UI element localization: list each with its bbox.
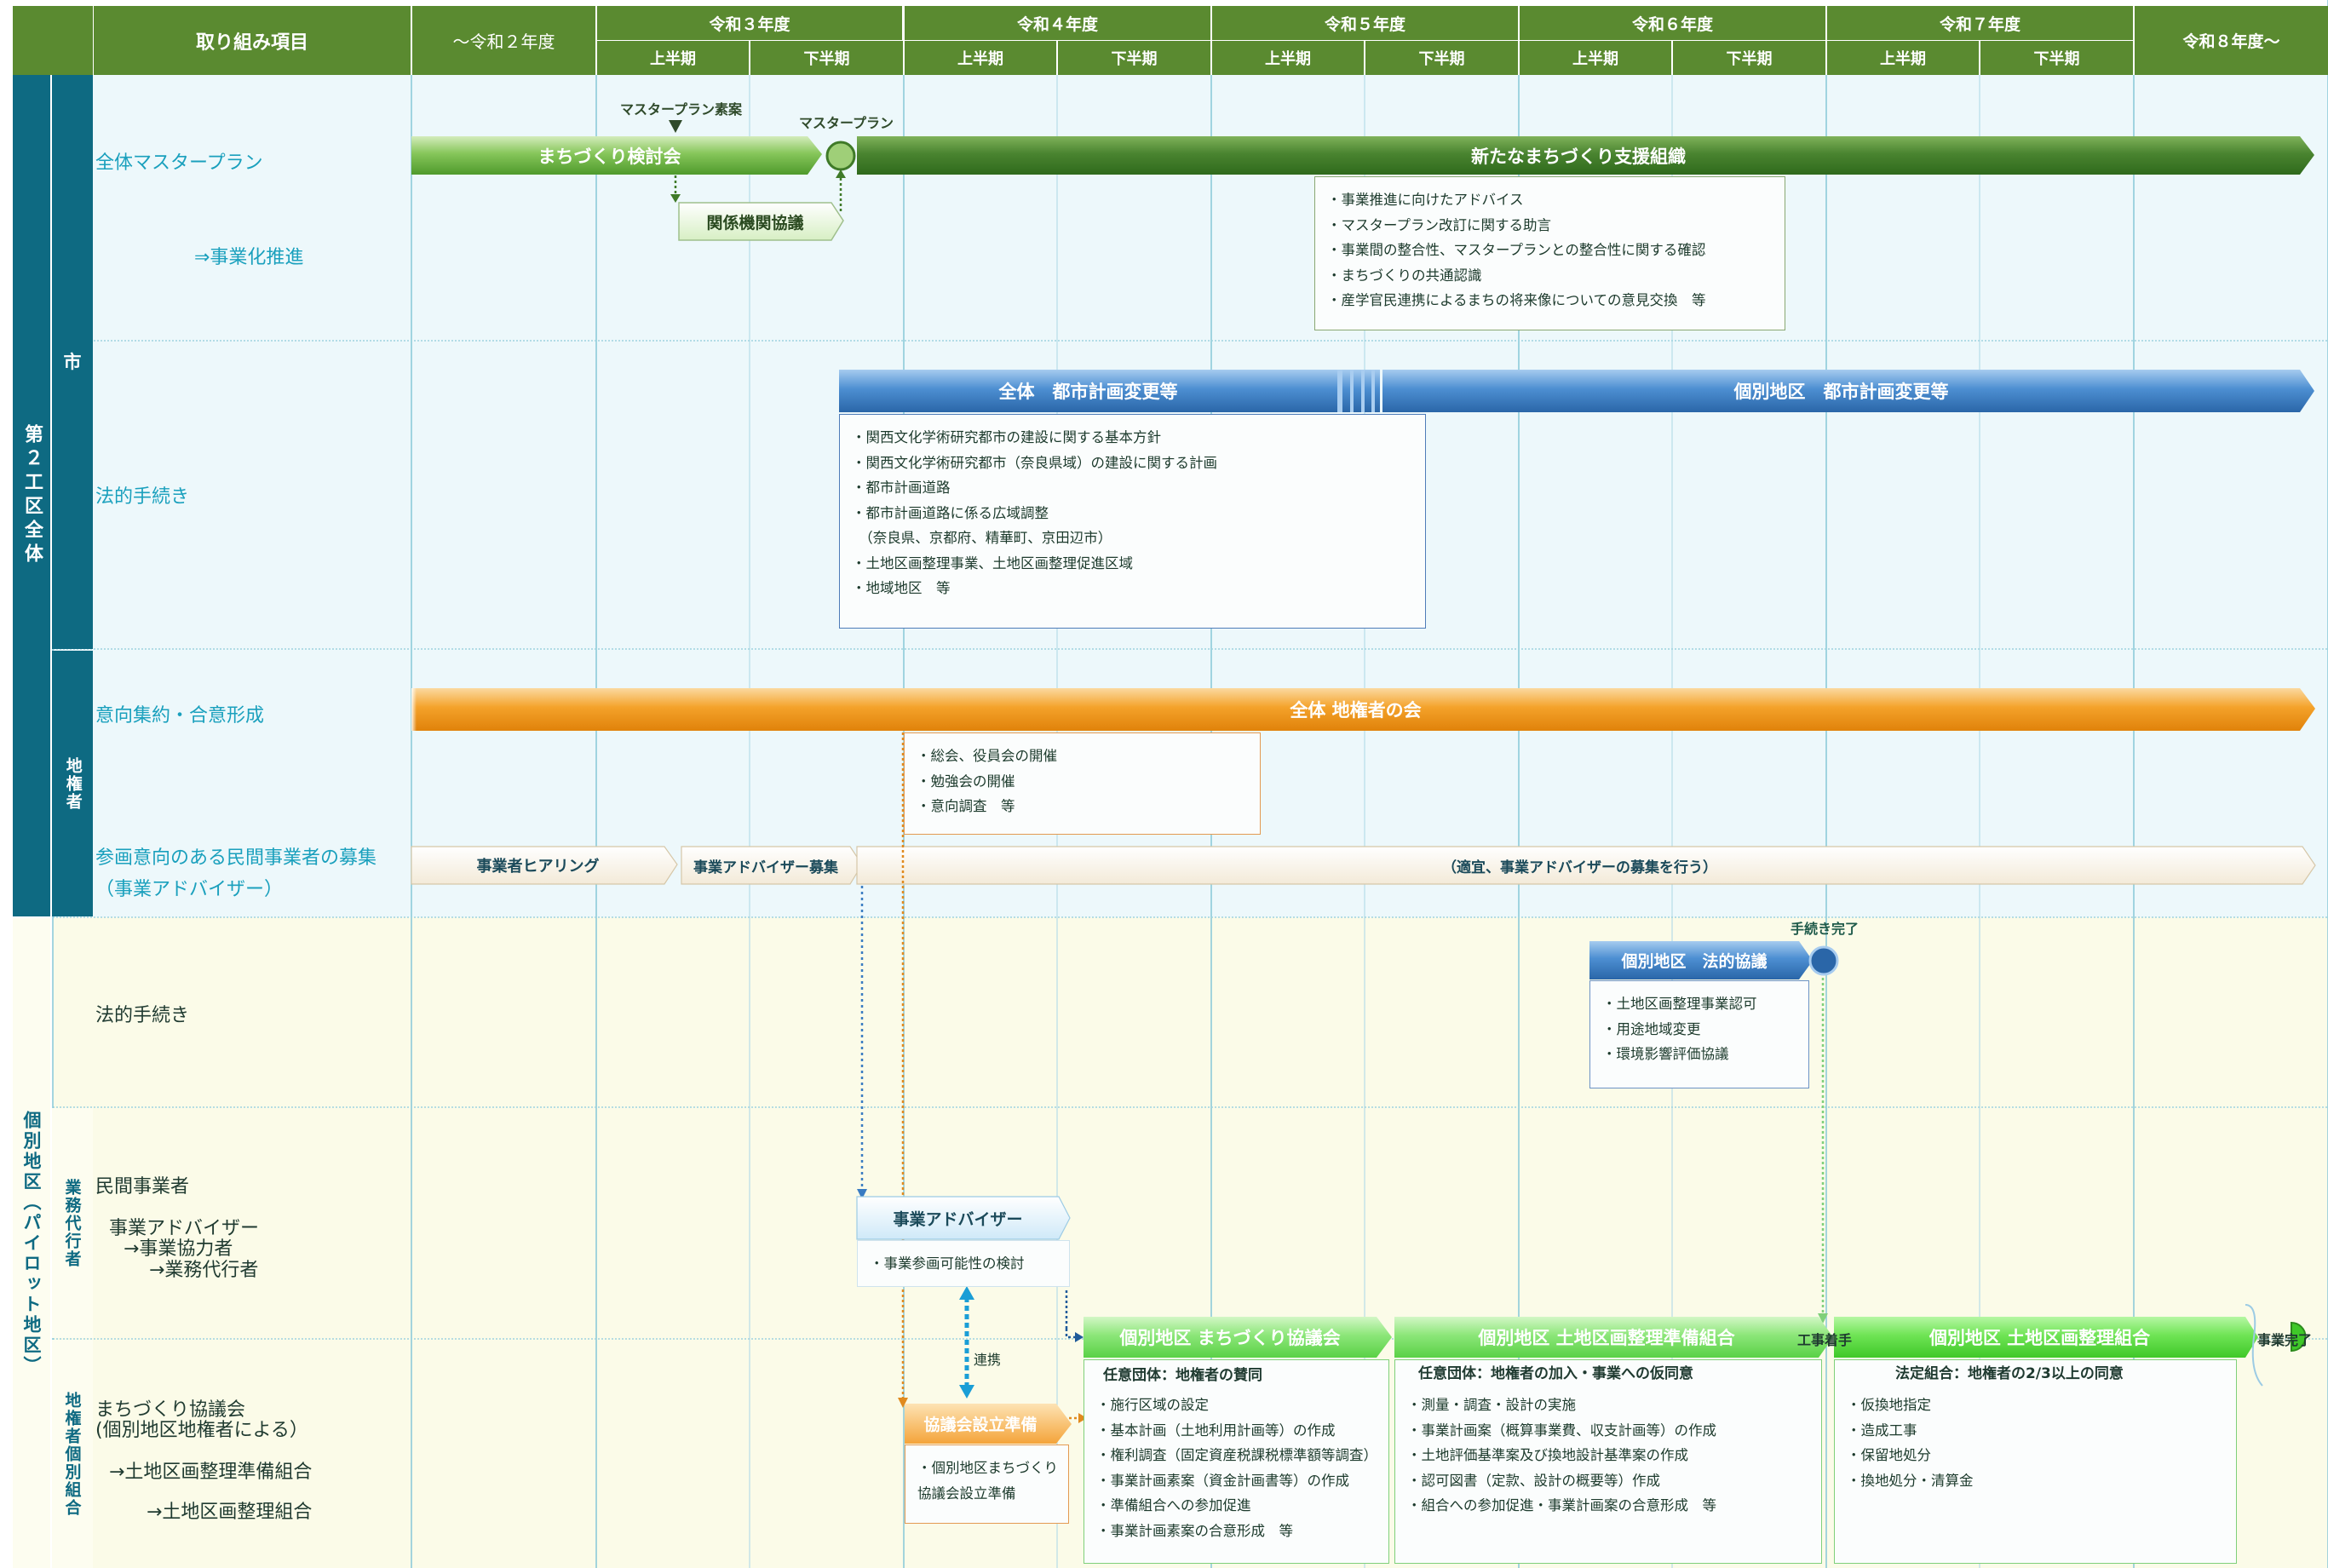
- local-prep-assoc-label: 個別地区 土地区画整理準備組合: [1478, 1328, 1735, 1348]
- council-prep-note: ・個別地区まちづくり 協議会設立準備: [905, 1445, 1069, 1524]
- construction-start-label: 工事着手: [1797, 1332, 1853, 1348]
- masterplan-milestone-icon: [825, 141, 856, 171]
- renkei-label: 連携: [974, 1352, 1002, 1368]
- sub-prep-label: 任意団体：地権者の加入・事業への仮同意: [1418, 1365, 1693, 1382]
- draft-label: マスタープラン素案: [620, 101, 743, 118]
- local-prep-note: ・測量・調査・設計の実施 ・事業計画案（概算事業費、収支計画等）の作成 ・土地評価基…: [1394, 1359, 1822, 1564]
- local-legal-note: ・土地区画整理事業認可 ・用途地域変更 ・環境影響評価協議: [1589, 980, 1809, 1088]
- sub-assoc-label: 法定組合：地権者の2/3以上の同意: [1895, 1365, 2124, 1382]
- landowner-assoc-label: 全体 地権者の会: [1290, 700, 1422, 721]
- city-plan-all-label: 全体 都市計画変更等: [998, 382, 1178, 402]
- study-group-label: まちづくり検討会: [537, 146, 681, 167]
- city-plan-local-label: 個別地区 都市計画変更等: [1733, 382, 1949, 402]
- advisor-box-label: 事業アドバイザー: [893, 1209, 1023, 1229]
- draft-marker-icon: [669, 120, 682, 133]
- advisor-recruit-cont-label: （適宜、事業アドバイザーの募集を行う）: [1442, 859, 1717, 876]
- proc-complete-icon: [1808, 945, 1839, 976]
- local-council-note: ・施行区域の設定 ・基本計画（土地利用計画等）の作成 ・権利調査（固定資産税課税標準…: [1084, 1359, 1389, 1564]
- landowner-note: ・総会、役員会の開催 ・勉強会の開催 ・意向調査 等: [904, 732, 1261, 835]
- proc-complete-label: 手続き完了: [1791, 921, 1860, 937]
- masterplan-label: マスタープラン: [799, 115, 894, 131]
- new-org-label: 新たなまちづくり支援組織: [1471, 146, 1686, 167]
- council-prep-label: 協議会設立準備: [923, 1416, 1038, 1434]
- local-council-label: 個別地区 まちづくり協議会: [1119, 1328, 1341, 1348]
- local-legal-consult-label: 個別地区 法的協議: [1621, 952, 1768, 971]
- city-plan-note: ・関西文化学術研究都市の建設に関する基本方針 ・関西文化学術研究都市（奈良県域）の…: [839, 414, 1426, 629]
- hearing-label: 事業者ヒアリング: [476, 858, 600, 876]
- sub-council-label: 任意団体：地権者の賛同: [1103, 1367, 1262, 1384]
- new-org-note: ・事業推進に向けたアドバイス ・マスタープラン改訂に関する助言 ・事業間の整合性、マ…: [1314, 176, 1785, 330]
- related-agencies-label: 関係機関協議: [706, 213, 804, 233]
- local-assoc-label: 個別地区 土地区画整理組合: [1929, 1328, 2151, 1348]
- advisor-note: ・事業参画可能性の検討: [857, 1240, 1070, 1287]
- local-assoc-note: ・仮換地指定 ・造成工事 ・保留地処分 ・換地処分・清算金: [1834, 1359, 2237, 1564]
- project-complete-label: 事業完了: [2257, 1332, 2313, 1348]
- advisor-recruit-label: 事業アドバイザー募集: [693, 859, 838, 876]
